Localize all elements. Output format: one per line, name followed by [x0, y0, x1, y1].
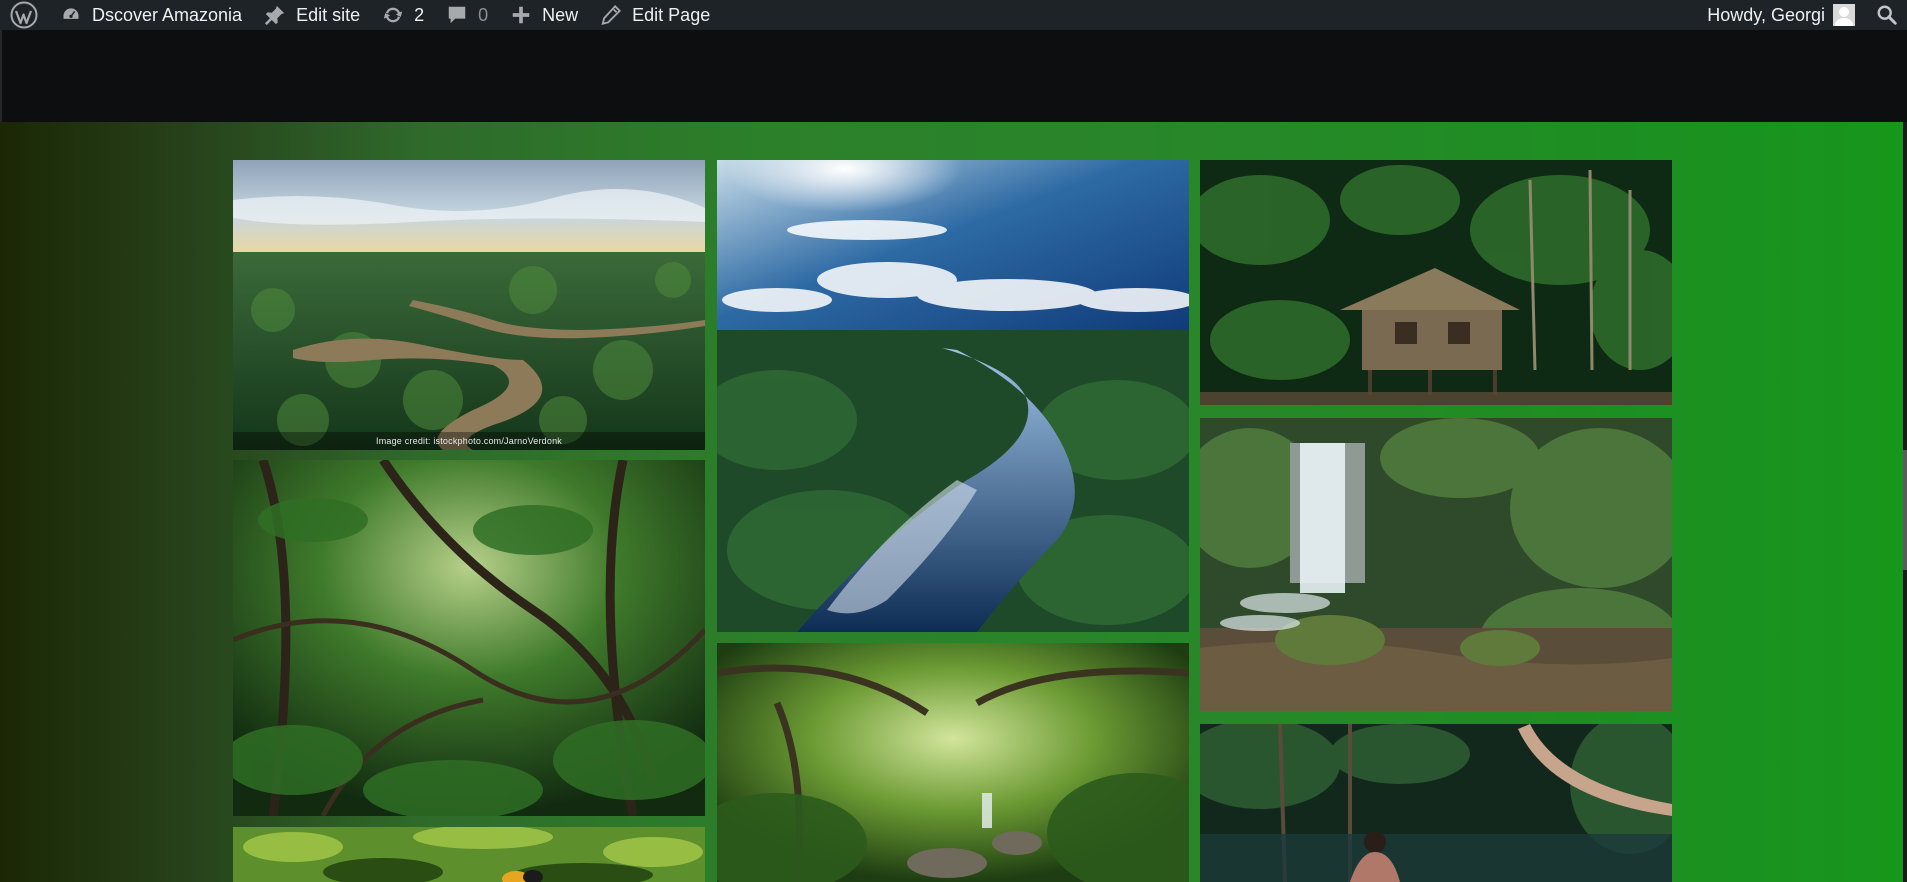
plus-icon: [512, 6, 530, 24]
avatar: [1833, 4, 1855, 26]
speech-bubble-icon: [448, 6, 466, 24]
photo-stilt-hut[interactable]: [1200, 160, 1672, 405]
wordpress-logo-icon: [10, 1, 38, 29]
misty-forest-stream-image: [717, 643, 1189, 882]
edit-page-link[interactable]: Edit Page: [590, 0, 722, 30]
amazon-aerial-river-image: [233, 160, 705, 450]
waterfall-pool-image: [1200, 418, 1672, 711]
photo-swimmer-river[interactable]: [1200, 724, 1672, 882]
toolbar-search-button[interactable]: [1867, 0, 1907, 30]
comments-link[interactable]: 0: [436, 0, 500, 30]
scrollbar-thumb[interactable]: [1903, 450, 1907, 570]
edit-site-link[interactable]: Edit site: [254, 0, 372, 30]
jungle-vines-image: [233, 460, 705, 816]
site-name-label: Dscover Amazonia: [92, 4, 243, 25]
photo-misty-forest-stream[interactable]: [717, 643, 1189, 882]
comments-count: 0: [478, 4, 489, 25]
photo-amazon-aerial-river[interactable]: Image credit: istockphoto.com/JarnoVerdo…: [233, 160, 705, 450]
refresh-icon: [383, 7, 403, 23]
stilt-hut-image: [1200, 160, 1672, 405]
image-credit: Image credit: istockphoto.com/JarnoVerdo…: [376, 436, 562, 446]
site-editor-pin-icon: [264, 5, 285, 26]
admin-toolbar: Dscover Amazonia Edit site 2 0 New Edit …: [0, 0, 1907, 30]
site-name-menu[interactable]: Dscover Amazonia: [50, 0, 254, 30]
photo-toucan-foliage[interactable]: [233, 827, 705, 882]
search-icon: [1877, 5, 1897, 25]
edit-page-label: Edit Page: [632, 4, 711, 25]
admin-toolbar-right: Howdy, Georgi: [1695, 0, 1907, 30]
river-aerial-sky-image: [717, 160, 1189, 632]
photo-waterfall-pool[interactable]: [1200, 418, 1672, 711]
new-label: New: [542, 4, 579, 25]
photo-jungle-vines[interactable]: [233, 460, 705, 816]
my-account-menu[interactable]: Howdy, Georgi: [1695, 0, 1867, 30]
updates-count: 2: [414, 4, 425, 25]
pencil-icon: [601, 4, 622, 25]
admin-toolbar-left: Dscover Amazonia Edit site 2 0 New Edit …: [0, 0, 722, 30]
new-content-menu[interactable]: New: [500, 0, 590, 30]
wordpress-menu[interactable]: [0, 0, 50, 30]
edit-site-label: Edit site: [296, 4, 361, 25]
photo-river-aerial-sky[interactable]: [717, 160, 1189, 632]
dashboard-icon: [62, 6, 80, 21]
howdy-label: Howdy, Georgi: [1707, 4, 1825, 25]
updates-link[interactable]: 2: [372, 0, 436, 30]
toucan-foliage-image: [233, 827, 705, 882]
site-header: [0, 30, 1907, 122]
swimmer-river-image: [1200, 724, 1672, 882]
